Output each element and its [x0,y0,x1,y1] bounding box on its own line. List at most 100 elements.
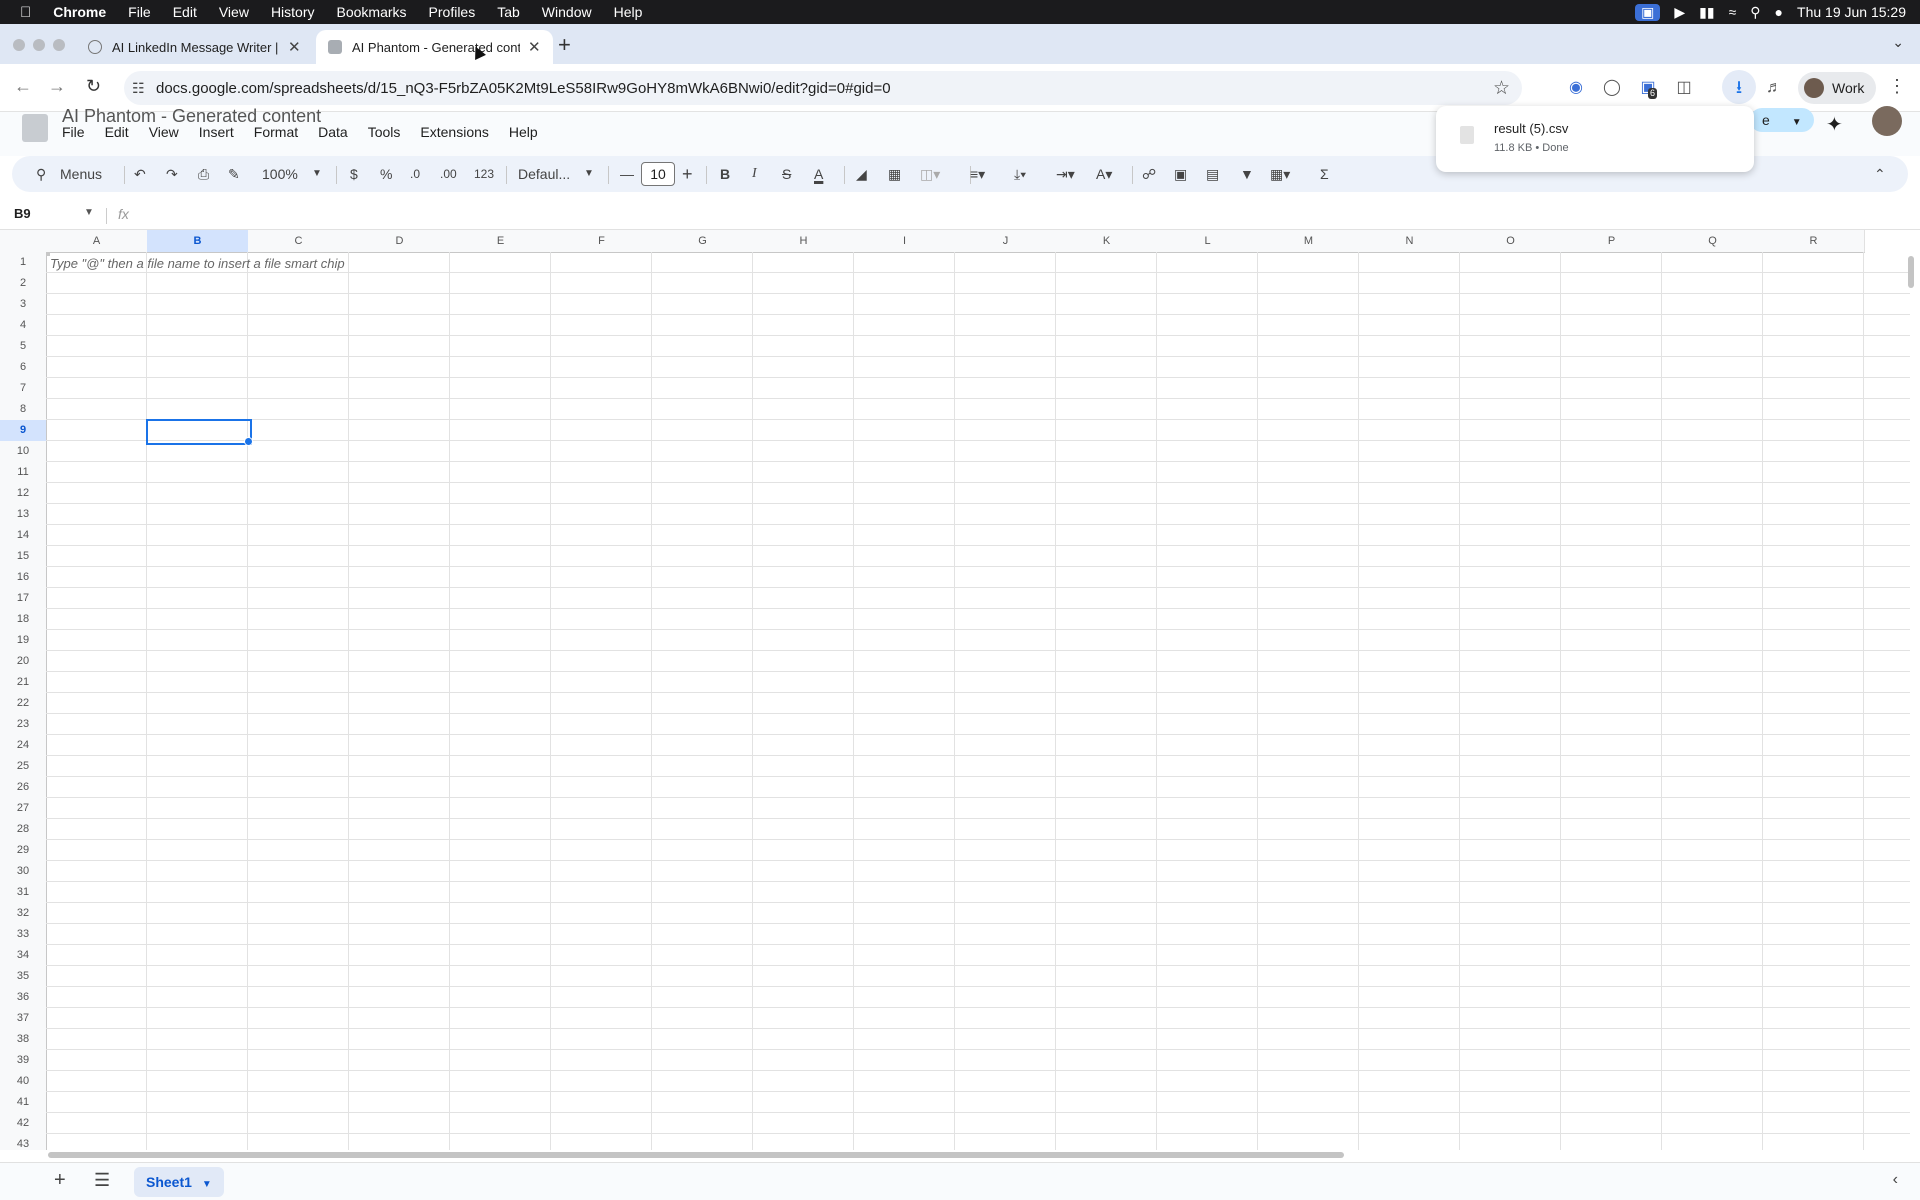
sheets-menu-tools[interactable]: Tools [368,124,401,140]
row-header-27[interactable]: 27 [0,798,47,820]
zoom-select[interactable]: 100% [262,156,298,192]
font-size-decrease-icon[interactable]: — [620,156,634,192]
column-header-g[interactable]: G [652,230,754,253]
extensions-puzzle-icon[interactable]: ◫ [1674,78,1694,98]
menu-bookmarks[interactable]: Bookmarks [337,4,407,20]
sheets-menu-file[interactable]: File [62,124,85,140]
address-bar[interactable]: ☷ docs.google.com/spreadsheets/d/15_nQ3-… [124,71,1522,105]
insert-comment-icon[interactable]: ▣ [1174,156,1187,192]
menu-file[interactable]: File [128,4,151,20]
filter-views-icon[interactable]: ▦▾ [1270,156,1290,192]
number-format-button[interactable]: 123 [474,156,494,192]
increase-decimal-button[interactable]: .00 [440,156,457,192]
gemini-sparkle-icon[interactable]: ✦ [1826,112,1843,137]
spotlight-search-icon[interactable]: ⚲ [1750,4,1760,21]
menus-search-input[interactable]: Menus [60,156,102,192]
menu-history[interactable]: History [271,4,315,20]
zoom-dropdown-icon[interactable]: ▼ [312,156,322,192]
add-sheet-icon[interactable]: + [54,1169,66,1192]
row-header-24[interactable]: 24 [0,735,47,757]
row-header-43[interactable]: 43 [0,1134,47,1150]
fill-handle[interactable] [244,437,253,446]
font-dropdown-icon[interactable]: ▼ [584,156,594,192]
horizontal-scrollbar[interactable] [46,1150,1910,1160]
text-wrapping-icon[interactable]: ⇥▾ [1056,156,1075,192]
italic-icon[interactable]: I [752,156,757,192]
sheets-menu-insert[interactable]: Insert [199,124,234,140]
vertical-scrollbar[interactable] [1908,256,1914,288]
profile-button[interactable]: Work [1798,72,1877,104]
row-header-8[interactable]: 8 [0,399,47,421]
back-icon[interactable]: ← [14,76,32,97]
column-header-e[interactable]: E [450,230,552,253]
row-header-29[interactable]: 29 [0,840,47,862]
merge-cells-icon[interactable]: ◫▾ [920,156,940,192]
column-header-n[interactable]: N [1359,230,1461,253]
column-header-l[interactable]: L [1157,230,1259,253]
bold-icon[interactable]: B [720,156,730,192]
name-box-dropdown-icon[interactable]: ▼ [84,207,94,218]
percent-format-button[interactable]: % [380,156,392,192]
share-button[interactable]: e ▼ [1750,108,1814,132]
tab-ai-phantom[interactable]: AI Phantom - Generated cont ✕ [316,30,553,64]
forward-icon[interactable]: → [48,76,66,97]
all-sheets-menu-icon[interactable]: ☰ [94,1170,110,1191]
column-header-j[interactable]: J [955,230,1057,253]
redo-icon[interactable]: ↷ [166,156,178,192]
row-header-14[interactable]: 14 [0,525,47,547]
row-header-16[interactable]: 16 [0,567,47,589]
insert-link-icon[interactable]: ☍ [1142,156,1156,192]
row-header-34[interactable]: 34 [0,945,47,967]
row-header-36[interactable]: 36 [0,987,47,1009]
site-info-icon[interactable]: ☷ [132,80,145,97]
row-header-10[interactable]: 10 [0,441,47,463]
url-text[interactable]: docs.google.com/spreadsheets/d/15_nQ3-F5… [156,80,891,97]
downloads-icon[interactable]: ⭳ [1722,70,1756,104]
menu-edit[interactable]: Edit [173,4,197,20]
text-rotation-icon[interactable]: A▾ [1096,156,1112,192]
sheets-menu-format[interactable]: Format [254,124,298,140]
decrease-decimal-button[interactable]: .0 [410,156,420,192]
column-header-a[interactable]: A [46,230,148,253]
row-header-30[interactable]: 30 [0,861,47,883]
menu-app-name[interactable]: Chrome [53,4,106,20]
sheets-menu-help[interactable]: Help [509,124,538,140]
filter-icon[interactable]: ▼ [1240,156,1254,192]
side-panel-collapse-icon[interactable]: ‹ [1893,1171,1898,1189]
tab-search-chevron-icon[interactable]: ⌄ [1892,34,1904,51]
paint-format-icon[interactable]: ✎ [228,156,240,192]
play-icon[interactable]: ▶ [1674,4,1685,21]
row-header-19[interactable]: 19 [0,630,47,652]
row-header-1[interactable]: 1 [0,252,47,274]
row-header-23[interactable]: 23 [0,714,47,736]
font-size-input[interactable]: 10 [641,162,675,186]
row-header-12[interactable]: 12 [0,483,47,505]
column-header-h[interactable]: H [753,230,855,253]
share-dropdown-icon[interactable]: ▼ [1792,117,1802,128]
name-box[interactable]: B9 [14,206,31,221]
column-header-i[interactable]: I [854,230,956,253]
borders-icon[interactable]: ▦ [888,156,901,192]
extension-icon[interactable]: ◯ [1602,78,1622,98]
column-header-m[interactable]: M [1258,230,1360,253]
row-header-37[interactable]: 37 [0,1008,47,1030]
sheets-logo-icon[interactable] [22,114,48,142]
row-header-40[interactable]: 40 [0,1071,47,1093]
menu-window[interactable]: Window [542,4,592,20]
column-header-p[interactable]: P [1561,230,1663,253]
wifi-icon[interactable]: ≈ [1729,4,1737,20]
undo-icon[interactable]: ↶ [134,156,146,192]
functions-sigma-icon[interactable]: Σ [1320,156,1329,192]
row-header-4[interactable]: 4 [0,315,47,337]
horizontal-align-icon[interactable]: ≡▾ [970,156,985,192]
account-avatar[interactable] [1872,106,1902,136]
row-header-42[interactable]: 42 [0,1113,47,1135]
column-header-d[interactable]: D [349,230,451,253]
row-header-38[interactable]: 38 [0,1029,47,1051]
column-header-f[interactable]: F [551,230,653,253]
row-header-31[interactable]: 31 [0,882,47,904]
print-icon[interactable]: ⎙ [198,156,209,192]
insert-chart-icon[interactable]: ▤ [1206,156,1219,192]
tab-close-icon[interactable]: ✕ [528,38,541,56]
currency-format-button[interactable]: $ [350,156,358,192]
